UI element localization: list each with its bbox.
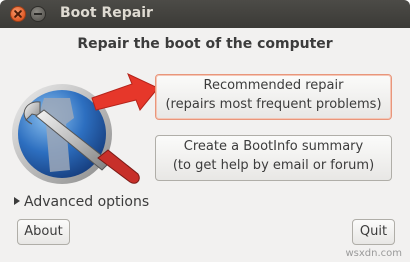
- title-bar[interactable]: Boot Repair: [0, 0, 410, 28]
- expander-triangle-icon: [14, 197, 20, 205]
- bootinfo-summary-button[interactable]: Create a BootInfo summary (to get help b…: [155, 135, 392, 181]
- recommended-repair-button[interactable]: Recommended repair (repairs most frequen…: [155, 74, 392, 120]
- red-arrow-icon: [91, 73, 159, 111]
- watermark-text: wsxdn.com: [345, 248, 402, 259]
- about-button[interactable]: About: [17, 219, 70, 245]
- quit-button[interactable]: Quit: [352, 219, 395, 245]
- recommended-repair-label: Recommended repair: [203, 78, 344, 93]
- recommended-repair-sublabel: (repairs most frequent problems): [165, 97, 382, 112]
- close-icon[interactable]: [10, 6, 26, 22]
- window-title: Boot Repair: [60, 5, 153, 21]
- page-heading: Repair the boot of the computer: [77, 36, 333, 52]
- boot-repair-window: Boot Repair Repair the boot of the compu…: [0, 0, 410, 262]
- minimize-icon[interactable]: [30, 6, 46, 22]
- advanced-options-expander[interactable]: Advanced options: [14, 194, 149, 210]
- advanced-options-label: Advanced options: [24, 194, 150, 210]
- bootinfo-summary-sublabel: (to get help by email or forum): [172, 158, 375, 173]
- bootinfo-summary-label: Create a BootInfo summary: [183, 139, 364, 154]
